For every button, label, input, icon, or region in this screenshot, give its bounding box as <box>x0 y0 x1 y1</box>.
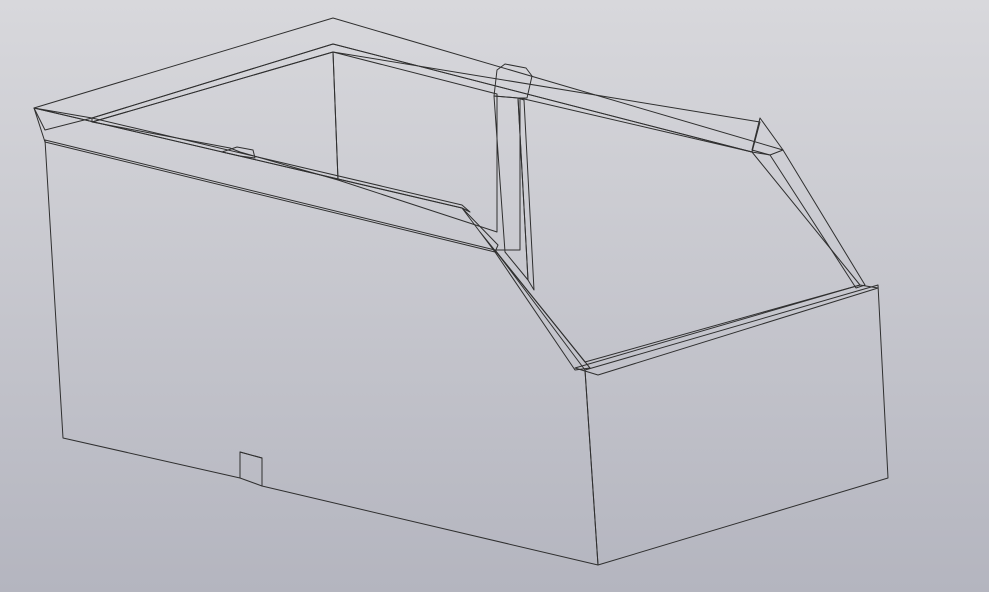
viewport-canvas[interactable] <box>0 0 989 592</box>
3d-viewport[interactable] <box>0 0 989 592</box>
